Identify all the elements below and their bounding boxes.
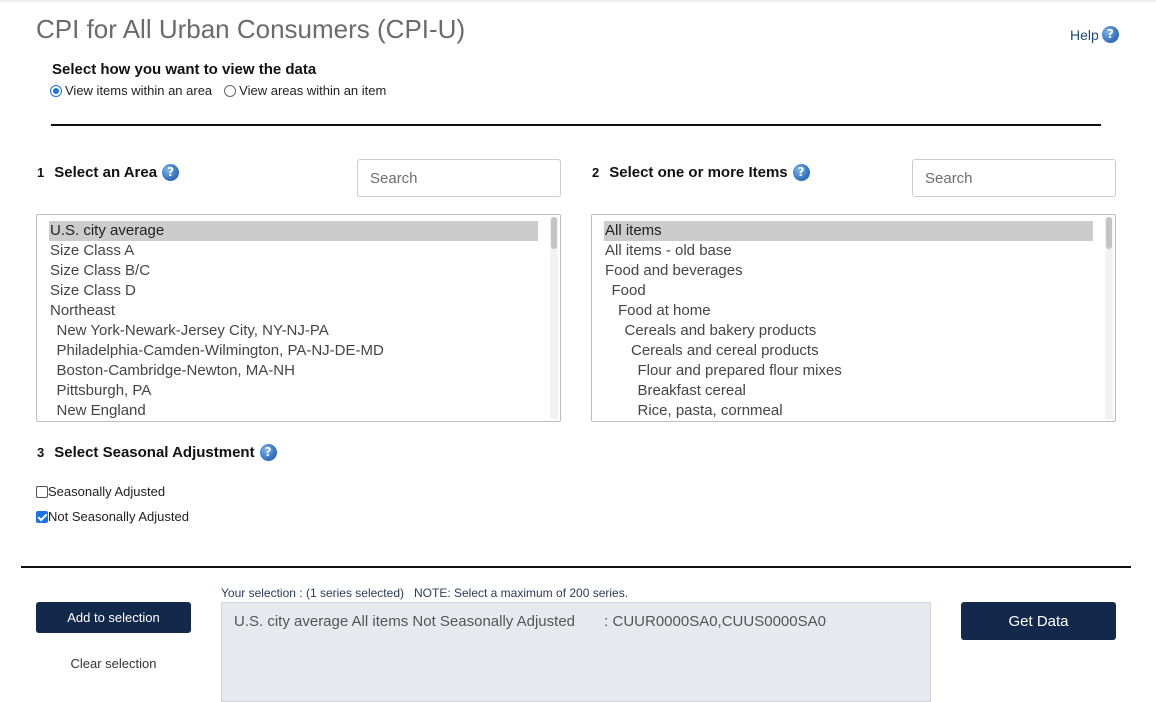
seasonally-adjusted-checkbox[interactable] xyxy=(36,485,48,498)
divider xyxy=(51,124,1101,126)
item-list-item[interactable]: Rice, pasta, cornmeal xyxy=(604,401,1093,421)
seasonally-adjusted-label[interactable]: Seasonally Adjusted xyxy=(48,484,165,499)
area-help-icon[interactable]: ? xyxy=(162,164,180,181)
area-list-item[interactable]: Pittsburgh, PA xyxy=(49,381,538,401)
view-mode-heading: Select how you want to view the data xyxy=(52,61,317,78)
step-number: 3 xyxy=(37,445,45,460)
seasonal-help-icon[interactable]: ? xyxy=(259,444,277,461)
area-list-item[interactable]: New England xyxy=(49,401,538,421)
view-items-label[interactable]: View items within an area xyxy=(65,83,212,98)
selection-entry[interactable]: U.S. city average All items Not Seasonal… xyxy=(234,613,826,630)
not-seasonally-adjusted-checkbox[interactable] xyxy=(36,510,48,523)
item-list-item[interactable]: Flour and prepared flour mixes xyxy=(604,361,1093,381)
area-list-item[interactable]: U.S. city average xyxy=(49,221,538,241)
area-list-item[interactable]: Boston-Cambridge-Newton, MA-NH xyxy=(49,361,538,381)
area-list-item[interactable]: Size Class A xyxy=(49,241,538,261)
item-list-item[interactable]: Cereals and bakery products xyxy=(604,321,1093,341)
add-to-selection-button[interactable]: Add to selection xyxy=(36,602,191,633)
items-listbox[interactable]: All items All items - old base Food and be… xyxy=(591,214,1116,422)
clear-selection-link[interactable]: Clear selection xyxy=(36,656,191,671)
area-listbox[interactable]: U.S. city average Size Class A Size Class … xyxy=(36,214,561,422)
area-list-item[interactable]: Size Class B/C xyxy=(49,261,538,281)
seasonally-adjusted-option[interactable]: Seasonally Adjusted xyxy=(36,484,165,499)
get-data-button[interactable]: Get Data xyxy=(961,602,1116,640)
divider xyxy=(21,566,1131,568)
help-icon[interactable]: ? xyxy=(1101,26,1119,43)
item-list-item[interactable]: Food at home xyxy=(604,301,1093,321)
page-title: CPI for All Urban Consumers (CPI-U) xyxy=(36,14,466,44)
area-search-input[interactable] xyxy=(357,159,561,197)
area-list-item[interactable]: Size Class D xyxy=(49,281,538,301)
item-list-item[interactable]: Breakfast cereal xyxy=(604,381,1093,401)
view-mode-options: View items within an area View areas wit… xyxy=(50,83,386,98)
items-heading: Select one or more Items xyxy=(609,164,788,181)
selection-summary: Your selection : (1 series selected) NOT… xyxy=(221,586,629,600)
not-seasonally-adjusted-label[interactable]: Not Seasonally Adjusted xyxy=(48,509,189,524)
seasonal-heading: Select Seasonal Adjustment xyxy=(54,444,255,461)
seasonal-section-heading: 3 Select Seasonal Adjustment ? xyxy=(37,444,277,461)
area-scrollbar-thumb[interactable] xyxy=(551,217,557,249)
items-section-heading: 2 Select one or more Items ? xyxy=(592,164,810,181)
area-heading: Select an Area xyxy=(54,164,158,181)
item-list-item[interactable]: All items xyxy=(604,221,1093,241)
item-list-item[interactable]: Cereals and cereal products xyxy=(604,341,1093,361)
area-list-item[interactable]: Northeast xyxy=(49,301,538,321)
items-scrollbar[interactable] xyxy=(1105,217,1113,419)
step-number: 1 xyxy=(37,165,45,180)
view-areas-radio[interactable] xyxy=(224,84,237,97)
items-scrollbar-thumb[interactable] xyxy=(1106,217,1112,249)
area-list-item[interactable]: New York-Newark-Jersey City, NY-NJ-PA xyxy=(49,321,538,341)
item-list-item[interactable]: All items - old base xyxy=(604,241,1093,261)
view-areas-label[interactable]: View areas within an item xyxy=(239,83,386,98)
area-scrollbar[interactable] xyxy=(550,217,558,419)
selection-box: U.S. city average All items Not Seasonal… xyxy=(221,602,931,702)
item-list-item[interactable]: Food xyxy=(604,281,1093,301)
step-number: 2 xyxy=(592,165,600,180)
area-section-heading: 1 Select an Area ? xyxy=(37,164,180,181)
items-search-input[interactable] xyxy=(912,159,1116,197)
help-link[interactable]: Help ? xyxy=(1070,26,1119,43)
top-border xyxy=(0,0,1156,2)
area-list-item[interactable]: Philadelphia-Camden-Wilmington, PA-NJ-DE… xyxy=(49,341,538,361)
item-list-item[interactable]: Food and beverages xyxy=(604,261,1093,281)
help-label: Help xyxy=(1070,26,1099,43)
view-items-radio[interactable] xyxy=(50,84,62,97)
not-seasonally-adjusted-option[interactable]: Not Seasonally Adjusted xyxy=(36,509,189,524)
items-help-icon[interactable]: ? xyxy=(792,164,810,181)
